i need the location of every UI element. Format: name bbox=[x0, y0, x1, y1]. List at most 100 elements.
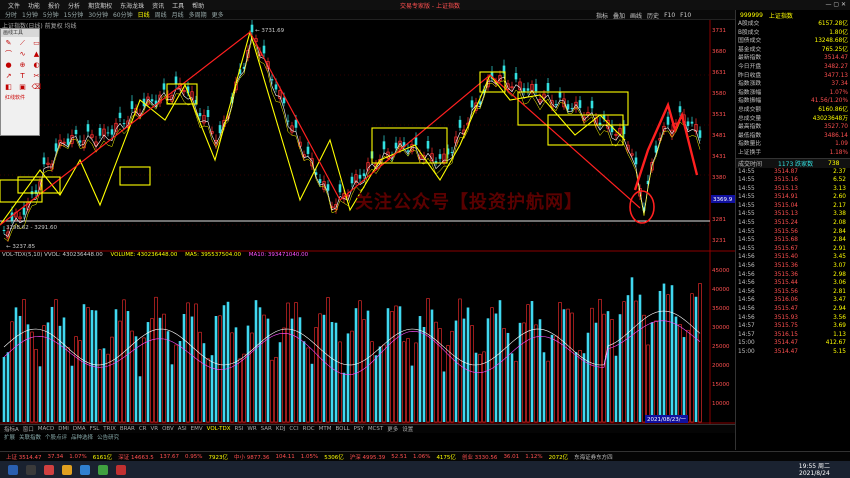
drawing-tool-icon[interactable]: ◧ bbox=[3, 83, 14, 92]
period-tab[interactable]: 月线 bbox=[172, 10, 184, 19]
right-tool-button[interactable]: F10 bbox=[680, 12, 691, 19]
candle-body bbox=[578, 100, 582, 108]
indicator-tab[interactable]: DMA bbox=[73, 426, 86, 432]
indicator-tab[interactable]: DMI bbox=[58, 426, 69, 432]
indicator-tab[interactable]: CCI bbox=[289, 426, 298, 432]
indicator-tab[interactable]: BRAR bbox=[120, 426, 135, 432]
indicator-tab[interactable]: RSI bbox=[234, 426, 243, 432]
drawing-tool-icon[interactable]: ✂ bbox=[31, 72, 42, 81]
drawing-tool-icon[interactable]: ⟋ bbox=[17, 39, 28, 48]
status-item: 东海证券东方四 bbox=[574, 454, 613, 461]
chart-area[interactable]: 3731368036313580353134813431338033313281… bbox=[0, 20, 735, 424]
indicator-tab[interactable]: 指标A bbox=[4, 425, 19, 433]
browser-icon[interactable] bbox=[80, 464, 90, 475]
right-tool-button[interactable]: 叠加 bbox=[613, 11, 625, 20]
indicator-tab[interactable]: ROC bbox=[303, 426, 315, 432]
indicator-tab[interactable]: SAR bbox=[261, 426, 272, 432]
volume-bar bbox=[310, 363, 314, 422]
indicator-tab[interactable]: TRIX bbox=[103, 426, 116, 432]
volume-bar bbox=[666, 294, 670, 423]
indicator-tab[interactable]: 设置 bbox=[402, 425, 413, 433]
drawing-tool-icon[interactable]: ⌫ bbox=[31, 83, 42, 92]
indicator-tab[interactable]: EMV bbox=[191, 426, 203, 432]
indicator-tab[interactable]: CR bbox=[139, 426, 147, 432]
period-tab[interactable]: 5分钟 bbox=[43, 10, 59, 19]
volume-bar bbox=[430, 309, 434, 422]
indicator-tab[interactable]: KDJ bbox=[276, 426, 285, 432]
right-tool-button[interactable]: F10 bbox=[664, 12, 675, 19]
chat-icon[interactable] bbox=[98, 464, 108, 475]
search-icon[interactable] bbox=[26, 464, 36, 475]
indicator-tab-secondary[interactable]: 关联指数 bbox=[19, 433, 41, 441]
indicator-tab[interactable]: MTM bbox=[319, 426, 332, 432]
folder-icon[interactable] bbox=[62, 464, 72, 475]
menu-item[interactable]: 帮助 bbox=[192, 1, 204, 10]
drawing-tool-icon[interactable]: ⊕ bbox=[17, 61, 28, 70]
tick-time: 14:56 bbox=[738, 271, 755, 278]
volume-bar bbox=[162, 313, 166, 423]
menu-item[interactable]: 文件 bbox=[8, 1, 20, 10]
start-icon[interactable] bbox=[8, 464, 18, 475]
menu-item[interactable]: 东海龙珠 bbox=[120, 1, 144, 10]
menu-item[interactable]: 资讯 bbox=[152, 1, 164, 10]
indicator-tab[interactable]: VOL-TDX bbox=[207, 426, 231, 432]
volume-bar bbox=[210, 355, 214, 422]
period-tab[interactable]: 更多 bbox=[212, 10, 224, 19]
indicator-tab-secondary[interactable]: 公告研究 bbox=[97, 433, 119, 441]
period-tab[interactable]: 60分钟 bbox=[113, 10, 133, 19]
app-icon[interactable] bbox=[44, 464, 54, 475]
tick-time: 14:56 bbox=[738, 288, 755, 295]
period-tab[interactable]: 1分钟 bbox=[22, 10, 38, 19]
menu-item[interactable]: 期货期权 bbox=[88, 1, 112, 10]
indicator-tab[interactable]: WR bbox=[247, 426, 256, 432]
volume-bar bbox=[494, 313, 498, 422]
indicator-tab-secondary[interactable]: 扩展 bbox=[4, 433, 15, 441]
period-tab[interactable]: 日线 bbox=[138, 10, 150, 19]
volume-axis-label: 45000 bbox=[712, 268, 730, 274]
drawing-tool-icon[interactable]: ▣ bbox=[17, 83, 28, 92]
drawing-tool-icon[interactable]: ✎ bbox=[3, 39, 14, 48]
period-tab[interactable]: 多周期 bbox=[189, 10, 207, 19]
drawing-tool-icon[interactable]: ⌒ bbox=[3, 50, 14, 59]
period-tab[interactable]: 周线 bbox=[155, 10, 167, 19]
indicator-tab[interactable]: 窗口 bbox=[23, 425, 34, 433]
candle-body bbox=[262, 45, 266, 54]
stat-label: 指数振幅 bbox=[738, 98, 762, 105]
menu-item[interactable]: 功能 bbox=[28, 1, 40, 10]
indicator-tab[interactable]: BOLL bbox=[336, 426, 350, 432]
trading-app-icon[interactable] bbox=[116, 464, 126, 475]
drawing-tool-icon[interactable]: ▭ bbox=[31, 39, 42, 48]
indicator-tab[interactable]: MCST bbox=[368, 426, 383, 432]
period-tab[interactable]: 30分钟 bbox=[88, 10, 108, 19]
indicator-tab[interactable]: OBV bbox=[162, 426, 174, 432]
indicator-tab[interactable]: ASI bbox=[178, 426, 187, 432]
drawing-tool-icon[interactable]: T bbox=[17, 72, 28, 81]
volume-bar bbox=[338, 341, 342, 423]
status-item: 1.06% bbox=[412, 453, 431, 460]
menu-item[interactable]: 报价 bbox=[48, 1, 60, 10]
menu-item[interactable]: 工具 bbox=[172, 1, 184, 10]
drawing-tool-icon[interactable]: ◐ bbox=[31, 61, 42, 70]
drawing-tool-icon[interactable]: ∿ bbox=[17, 50, 28, 59]
indicator-tab[interactable]: MACD bbox=[38, 426, 55, 432]
volume-bar bbox=[18, 315, 22, 422]
drawing-tool-icon[interactable]: ▲ bbox=[31, 50, 42, 59]
right-tool-button[interactable]: 历史 bbox=[647, 11, 659, 20]
period-tab[interactable]: 15分钟 bbox=[64, 10, 84, 19]
tick-row: 14:55 3515.04 2.17 bbox=[736, 202, 850, 211]
indicator-tab[interactable]: PSY bbox=[354, 426, 364, 432]
indicator-tab[interactable]: 更多 bbox=[387, 425, 398, 433]
menu-item[interactable]: 分析 bbox=[68, 1, 80, 10]
window-controls[interactable]: — ▢ ✕ bbox=[825, 1, 846, 8]
drawing-tool-icon[interactable]: ● bbox=[3, 61, 14, 70]
tick-volume: 3.47 bbox=[833, 297, 846, 304]
right-tool-button[interactable]: 指标 bbox=[596, 11, 608, 20]
right-tool-button[interactable]: 画线 bbox=[630, 11, 642, 20]
drawing-tool-icon[interactable]: ↗ bbox=[3, 72, 14, 81]
indicator-tab-secondary[interactable]: 个股点评 bbox=[45, 433, 67, 441]
indicator-tab[interactable]: VR bbox=[150, 426, 158, 432]
indicator-tab[interactable]: FSL bbox=[90, 426, 100, 432]
indicator-tab-secondary[interactable]: 品种选择 bbox=[71, 433, 93, 441]
tick-row: 14:55 3514.87 2.37 bbox=[736, 168, 850, 177]
period-tab[interactable]: 分时 bbox=[5, 10, 17, 19]
